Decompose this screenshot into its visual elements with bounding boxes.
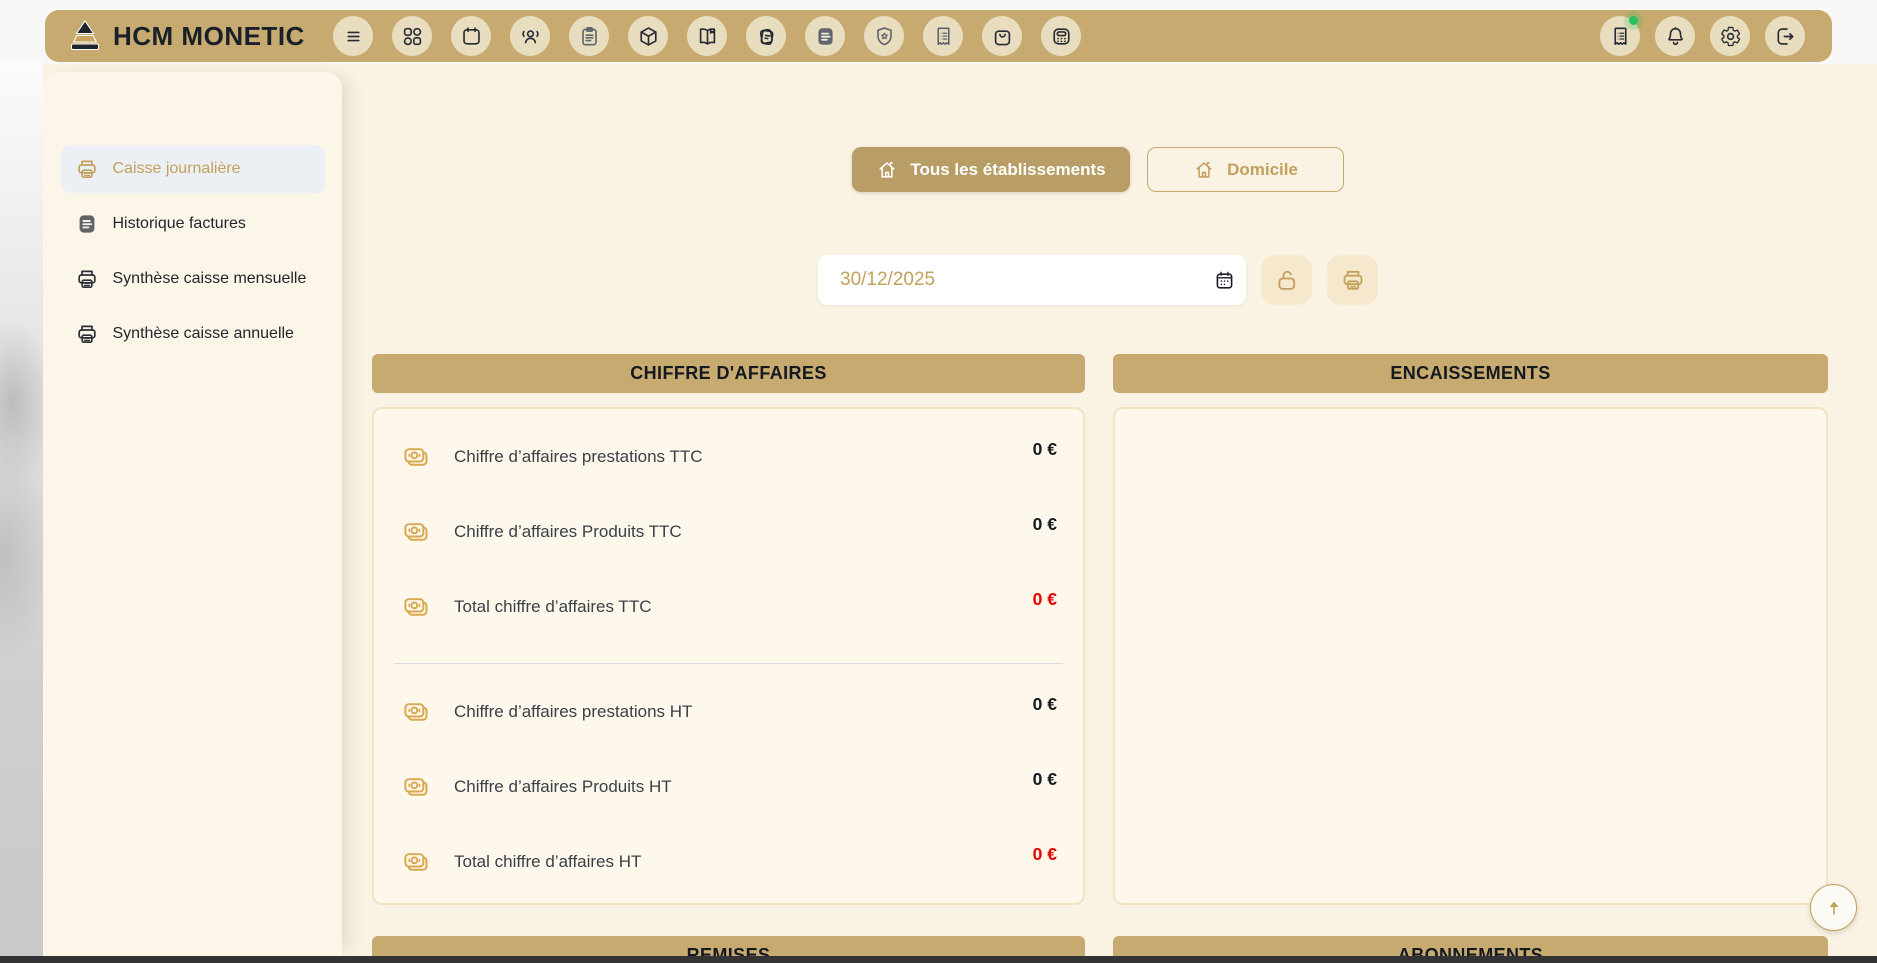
logout-icon[interactable] bbox=[1765, 16, 1805, 56]
printer-icon bbox=[74, 321, 100, 347]
invoices-icon[interactable] bbox=[805, 16, 845, 56]
amount-row: Chiffre d’affaires Produits HT 0 € bbox=[374, 749, 1083, 824]
date-input[interactable] bbox=[818, 269, 1202, 291]
activity-receipt-icon[interactable] bbox=[1600, 16, 1640, 56]
section-header-chiffre-affaires: CHIFFRE D'AFFAIRES bbox=[372, 354, 1085, 393]
domicile-button[interactable]: Domicile bbox=[1147, 147, 1344, 192]
apps-icon[interactable] bbox=[392, 16, 432, 56]
header-nav-icons bbox=[333, 16, 1081, 56]
sidebar-item-synthese-caisse-annuelle[interactable]: Synthèse caisse annuelle bbox=[61, 310, 325, 358]
arrow-up-icon bbox=[1823, 897, 1845, 919]
amount-label: Chiffre d’affaires Produits HT bbox=[454, 777, 672, 797]
calendar-picker-icon[interactable] bbox=[1202, 258, 1246, 302]
encaissements-card bbox=[1113, 407, 1828, 905]
banknote-icon bbox=[402, 518, 430, 546]
top-bar: HCM MONETIC bbox=[45, 10, 1832, 62]
catalog-book-icon[interactable] bbox=[687, 16, 727, 56]
settings-gear-icon[interactable] bbox=[1710, 16, 1750, 56]
sidebar-item-synthese-caisse-mensuelle[interactable]: Synthèse caisse mensuelle bbox=[61, 255, 325, 303]
sidebar-item-caisse-journaliere[interactable]: Caisse journalière bbox=[61, 145, 325, 193]
all-establishments-button[interactable]: Tous les établissements bbox=[852, 147, 1130, 192]
clipboard-icon[interactable] bbox=[569, 16, 609, 56]
banknote-icon bbox=[402, 698, 430, 726]
amount-value: 0 € bbox=[1033, 589, 1057, 610]
invoice-chip-icon bbox=[74, 211, 100, 237]
amount-value: 0 € bbox=[1033, 439, 1057, 460]
brand-name: HCM MONETIC bbox=[113, 21, 305, 52]
notifications-bell-icon[interactable] bbox=[1655, 16, 1695, 56]
banknote-icon bbox=[402, 593, 430, 621]
amount-label: Total chiffre d’affaires TTC bbox=[454, 597, 651, 617]
shopping-bag-icon[interactable] bbox=[982, 16, 1022, 56]
notes-copy-icon[interactable] bbox=[746, 16, 786, 56]
lock-open-icon bbox=[1274, 267, 1300, 293]
team-icon[interactable] bbox=[510, 16, 550, 56]
home-icon bbox=[1193, 159, 1215, 181]
scroll-to-top-button[interactable] bbox=[1810, 884, 1857, 931]
notification-dot-badge bbox=[1629, 16, 1638, 25]
cash-register-icon[interactable] bbox=[1041, 16, 1081, 56]
printer-icon bbox=[74, 156, 100, 182]
amount-row: Chiffre d’affaires prestations HT 0 € bbox=[374, 674, 1083, 749]
print-button[interactable] bbox=[1327, 255, 1378, 305]
sidebar-menu: Caisse journalière Historique factures S… bbox=[43, 72, 342, 358]
amount-value: 0 € bbox=[1033, 514, 1057, 535]
amount-row: Chiffre d’affaires Produits TTC 0 € bbox=[374, 494, 1083, 569]
unlock-button[interactable] bbox=[1261, 255, 1312, 305]
amount-value: 0 € bbox=[1033, 694, 1057, 715]
left-gutter bbox=[0, 62, 43, 956]
banknote-icon bbox=[402, 443, 430, 471]
printer-icon bbox=[74, 266, 100, 292]
calendar-icon[interactable] bbox=[451, 16, 491, 56]
group-divider bbox=[394, 663, 1063, 664]
cube-icon[interactable] bbox=[628, 16, 668, 56]
amount-row: Total chiffre d’affaires HT 0 € bbox=[374, 824, 1083, 899]
receipt-icon[interactable] bbox=[923, 16, 963, 56]
app-screen: HCM MONETIC Caisse journalière Historiqu… bbox=[0, 0, 1877, 963]
printer-icon bbox=[1340, 267, 1366, 293]
brand-logo-icon bbox=[67, 20, 103, 52]
brand: HCM MONETIC bbox=[45, 20, 305, 52]
shield-star-icon[interactable] bbox=[864, 16, 904, 56]
amount-row: Chiffre d’affaires prestations TTC 0 € bbox=[374, 419, 1083, 494]
sidebar-item-historique-factures[interactable]: Historique factures bbox=[61, 200, 325, 248]
chiffre-affaires-card: Chiffre d’affaires prestations TTC 0 € C… bbox=[372, 407, 1085, 905]
section-header-encaissements: ENCAISSEMENTS bbox=[1113, 354, 1828, 393]
sidebar: Caisse journalière Historique factures S… bbox=[43, 72, 342, 956]
amount-value: 0 € bbox=[1033, 769, 1057, 790]
banknote-icon bbox=[402, 848, 430, 876]
banknote-icon bbox=[402, 773, 430, 801]
amount-label: Total chiffre d’affaires HT bbox=[454, 852, 641, 872]
amount-label: Chiffre d’affaires prestations TTC bbox=[454, 447, 703, 467]
amount-label: Chiffre d’affaires Produits TTC bbox=[454, 522, 682, 542]
amount-value: 0 € bbox=[1033, 844, 1057, 865]
menu-icon[interactable] bbox=[333, 16, 373, 56]
bottom-edge-bar bbox=[0, 956, 1877, 963]
amount-row: Total chiffre d’affaires TTC 0 € bbox=[374, 569, 1083, 644]
home-icon bbox=[876, 159, 898, 181]
amount-label: Chiffre d’affaires prestations HT bbox=[454, 702, 692, 722]
header-right-icons bbox=[1600, 16, 1805, 56]
date-field bbox=[818, 255, 1246, 305]
